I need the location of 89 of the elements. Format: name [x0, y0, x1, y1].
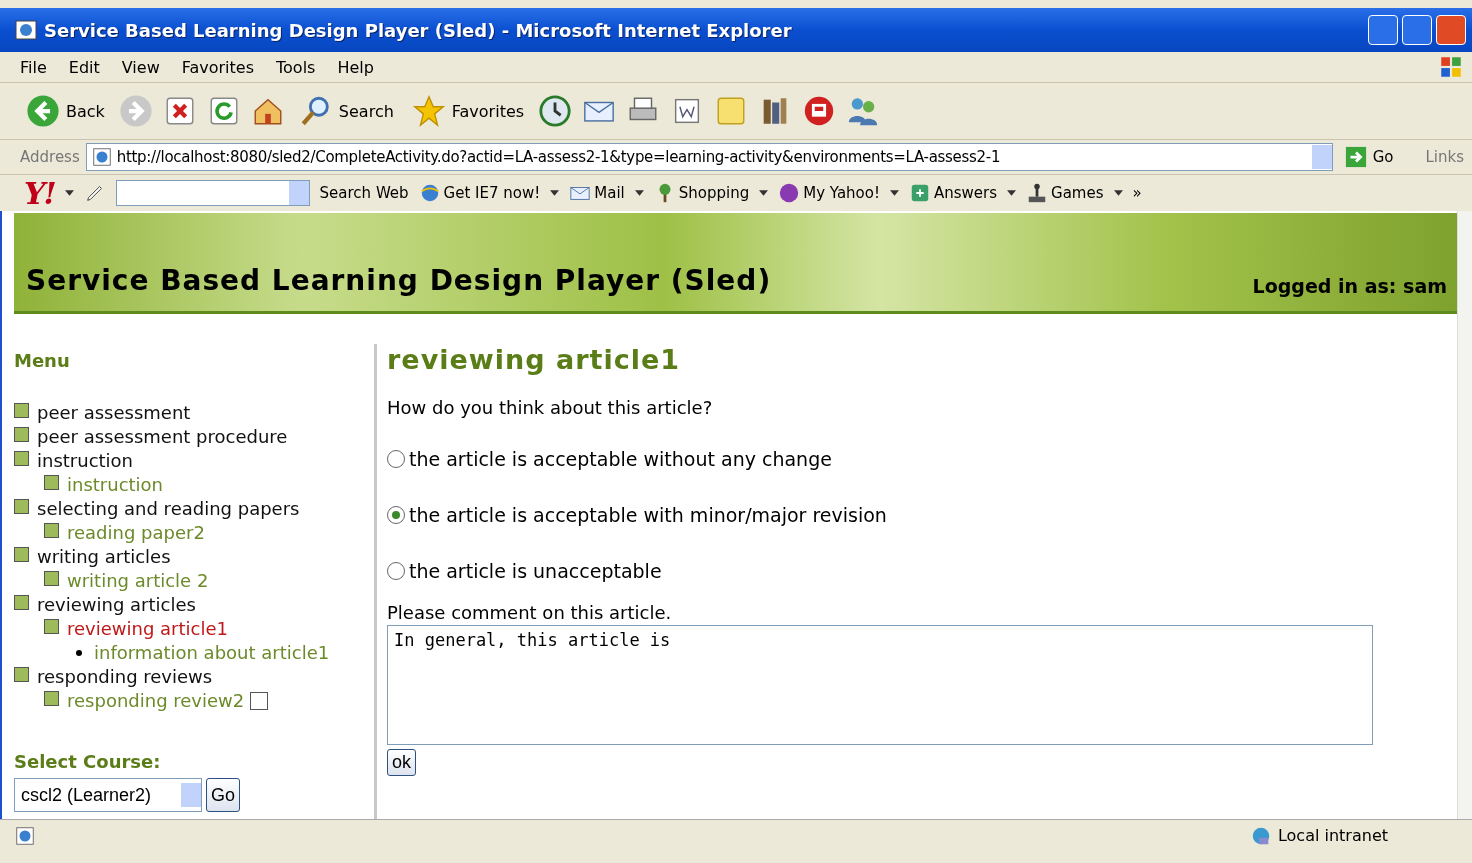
square-bullet-icon [14, 451, 29, 466]
course-dropdown[interactable]: cscl2 (Learner2) [14, 778, 202, 812]
minimize-button[interactable] [1368, 15, 1398, 45]
radio-button[interactable] [387, 562, 405, 580]
go-button[interactable]: Go [1338, 145, 1400, 169]
menu-link[interactable]: instruction [67, 473, 164, 497]
caret-icon[interactable] [890, 190, 899, 196]
caret-icon[interactable] [1113, 190, 1123, 196]
square-bullet-icon [44, 691, 59, 706]
answers-button[interactable]: Answers [909, 182, 998, 204]
scrollbar[interactable] [1457, 211, 1472, 819]
windows-flag-icon [1438, 54, 1464, 80]
menu-link[interactable]: responding reviews [37, 665, 213, 689]
links-button[interactable]: Links [1425, 148, 1464, 166]
menu-link[interactable]: writing articles [37, 545, 171, 569]
menu-link[interactable]: selecting and reading papers [37, 497, 300, 521]
option-label[interactable]: the article is unacceptable [409, 560, 662, 582]
address-field[interactable]: http://localhost:8080/sled2/CompleteActivity.do?actid=LA-assess2-1&type=learning-activity&environments=LA-assess2-1 [85, 143, 1333, 171]
answers-icon [909, 182, 931, 204]
mail-button[interactable]: Mail [569, 182, 625, 204]
address-label: Address [20, 148, 80, 166]
globe-icon [418, 182, 441, 204]
caret-icon[interactable] [64, 190, 74, 196]
clock-icon[interactable] [538, 94, 573, 128]
page-icon [90, 146, 113, 168]
square-bullet-icon [44, 475, 59, 490]
yahoo-logo[interactable]: Y! [24, 175, 55, 211]
question-text: How do you think about this article? [387, 397, 714, 418]
option-label[interactable]: the article is acceptable with minor/major revision [409, 504, 887, 526]
menu-link[interactable]: reading paper2 [67, 521, 205, 545]
games-button[interactable]: Games [1026, 182, 1104, 204]
menu-link[interactable]: information about article1 [94, 641, 330, 665]
radio-button[interactable] [387, 450, 405, 468]
search-button[interactable]: Search [294, 92, 398, 130]
comment-label: Please comment on this article. [387, 602, 673, 623]
site-title: Service Based Learning Design Player (Sled) [26, 264, 773, 297]
shopping-button[interactable]: Shopping [653, 182, 750, 204]
circle-icon [778, 182, 801, 204]
back-button[interactable]: Back [22, 92, 109, 130]
menu-link[interactable]: peer assessment [37, 401, 191, 425]
menu-link[interactable]: reviewing article1 [67, 617, 228, 641]
comment-field[interactable]: In general, this article is [387, 625, 1373, 745]
menu-heading: Menu [14, 350, 71, 371]
square-bullet-icon [14, 547, 29, 562]
square-bullet-icon [44, 523, 59, 538]
caret-icon[interactable] [759, 190, 769, 196]
menu-item[interactable]: Tools [276, 57, 316, 77]
page-icon [14, 824, 36, 847]
logged-in-label: Logged in as: sam [1252, 275, 1447, 297]
zone-text: Local intranet [1277, 826, 1388, 845]
browser-icon [14, 18, 38, 42]
page-heading: reviewing article1 [387, 344, 681, 375]
square-bullet-icon [14, 403, 29, 418]
myyahoo-button[interactable]: My Yahoo! [778, 182, 880, 204]
menu-item[interactable]: File [20, 57, 47, 77]
option-label[interactable]: the article is acceptable without any change [409, 448, 832, 470]
star-icon [411, 94, 446, 128]
menu-item[interactable]: Edit [68, 57, 100, 77]
search-web-button[interactable]: Search Web [319, 184, 409, 202]
menu-link[interactable]: peer assessment procedure [37, 425, 288, 449]
radio-button[interactable] [387, 506, 405, 524]
favorites-button[interactable]: Favorites [407, 92, 529, 130]
menu-item[interactable]: Favorites [181, 57, 254, 77]
go-button[interactable]: Go [206, 778, 240, 812]
caret-icon[interactable] [550, 190, 560, 196]
checkbox[interactable] [250, 692, 269, 710]
menu-link[interactable]: instruction [37, 449, 134, 473]
menu-item[interactable]: Help [337, 57, 374, 77]
search-field[interactable] [115, 180, 310, 206]
square-bullet-icon [44, 571, 59, 586]
more-button[interactable]: » [1132, 184, 1142, 202]
menu-link[interactable]: reviewing articles [37, 593, 196, 617]
maximize-button[interactable] [1402, 15, 1432, 45]
caret-icon[interactable] [1007, 190, 1017, 196]
menu-link[interactable]: responding review2 [67, 689, 245, 713]
menu-item[interactable]: View [121, 57, 160, 77]
square-bullet-icon [14, 427, 29, 442]
square-bullet-icon [14, 499, 29, 514]
window-title: Service Based Learning Design Player (Sled) - Microsoft Internet Explorer [44, 19, 793, 41]
ie-button[interactable]: Get IE7 now! [418, 182, 541, 204]
square-bullet-icon [44, 619, 59, 634]
caret-icon[interactable] [634, 190, 644, 196]
menu-link[interactable]: writing article 2 [67, 569, 209, 593]
bullet-icon [76, 650, 82, 656]
square-bullet-icon [14, 667, 29, 682]
square-bullet-icon [14, 595, 29, 610]
select-course-label: Select Course: [14, 751, 162, 772]
close-button[interactable] [1436, 15, 1466, 45]
ok-button[interactable]: ok [387, 749, 416, 776]
